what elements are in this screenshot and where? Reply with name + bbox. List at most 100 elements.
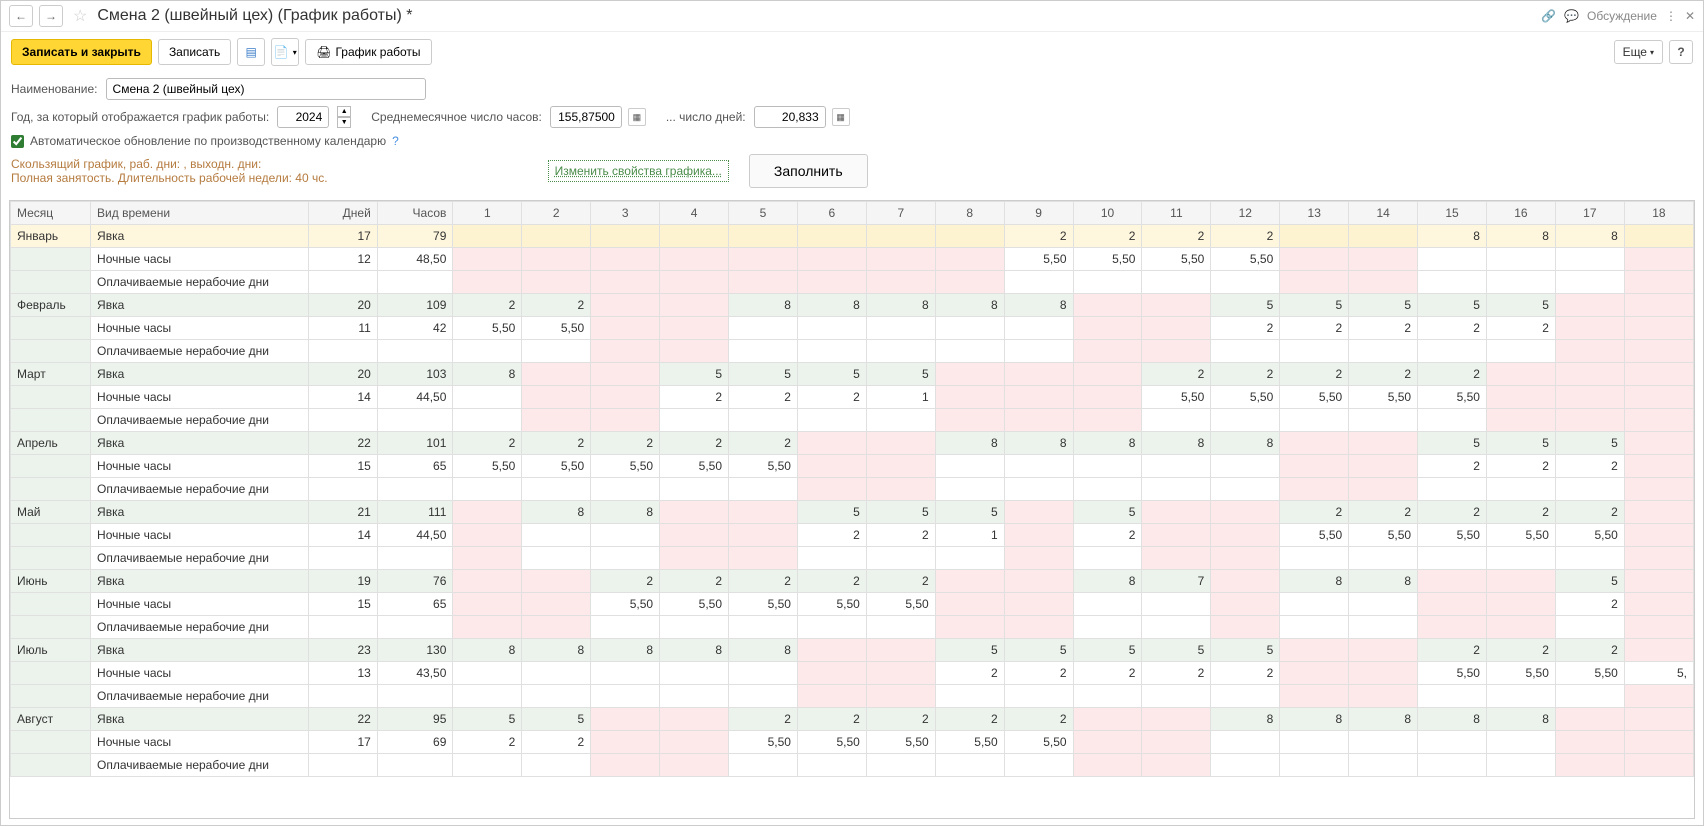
- day-cell[interactable]: 5,50: [522, 455, 591, 478]
- table-row[interactable]: Ночные часы1343,50222225,505,505,505,: [11, 662, 1694, 685]
- day-cell[interactable]: [1624, 501, 1693, 524]
- day-cell[interactable]: 2: [935, 708, 1004, 731]
- days-cell[interactable]: [308, 616, 377, 639]
- day-cell[interactable]: [1349, 478, 1418, 501]
- day-cell[interactable]: [1073, 340, 1142, 363]
- table-row[interactable]: Ночные часы11425,505,5022222: [11, 317, 1694, 340]
- days-cell[interactable]: 23: [308, 639, 377, 662]
- day-cell[interactable]: [1004, 455, 1073, 478]
- day-cell[interactable]: [453, 570, 522, 593]
- day-cell[interactable]: [1073, 616, 1142, 639]
- day-cell[interactable]: [591, 524, 660, 547]
- day-cell[interactable]: [1349, 639, 1418, 662]
- hours-cell[interactable]: 76: [377, 570, 453, 593]
- day-cell[interactable]: [1555, 294, 1624, 317]
- day-cell[interactable]: 8: [453, 639, 522, 662]
- day-cell[interactable]: 2: [522, 294, 591, 317]
- day-cell[interactable]: 2: [1211, 317, 1280, 340]
- kebab-menu-icon[interactable]: ⋮: [1665, 9, 1677, 23]
- day-cell[interactable]: [591, 409, 660, 432]
- day-cell[interactable]: [453, 501, 522, 524]
- day-cell[interactable]: [729, 685, 798, 708]
- day-cell[interactable]: 5,50: [729, 593, 798, 616]
- day-cell[interactable]: [866, 685, 935, 708]
- days-cell[interactable]: 19: [308, 570, 377, 593]
- day-cell[interactable]: [1211, 570, 1280, 593]
- day-cell[interactable]: [522, 409, 591, 432]
- day-cell[interactable]: [1004, 754, 1073, 777]
- day-cell[interactable]: [729, 478, 798, 501]
- day-cell[interactable]: 2: [1486, 639, 1555, 662]
- day-cell[interactable]: 2: [797, 708, 866, 731]
- print-menu-button[interactable]: 📄▾: [271, 38, 299, 66]
- day-cell[interactable]: [1004, 685, 1073, 708]
- day-cell[interactable]: [729, 409, 798, 432]
- day-cell[interactable]: [591, 685, 660, 708]
- table-row[interactable]: Ночные часы1444,5022125,505,505,505,505,…: [11, 524, 1694, 547]
- hours-cell[interactable]: [377, 478, 453, 501]
- day-cell[interactable]: 5,50: [591, 593, 660, 616]
- day-cell[interactable]: [797, 409, 866, 432]
- day-cell[interactable]: [591, 248, 660, 271]
- day-cell[interactable]: 5: [1555, 570, 1624, 593]
- day-cell[interactable]: 5,50: [1349, 386, 1418, 409]
- day-cell[interactable]: [1624, 271, 1693, 294]
- day-cell[interactable]: 2: [1211, 225, 1280, 248]
- day-cell[interactable]: [1211, 547, 1280, 570]
- day-cell[interactable]: [935, 225, 1004, 248]
- day-cell[interactable]: 1: [866, 386, 935, 409]
- day-cell[interactable]: [1418, 547, 1487, 570]
- day-cell[interactable]: [1624, 570, 1693, 593]
- day-cell[interactable]: [522, 570, 591, 593]
- day-cell[interactable]: [1486, 547, 1555, 570]
- table-row[interactable]: Оплачиваемые нерабочие дни: [11, 340, 1694, 363]
- days-cell[interactable]: [308, 271, 377, 294]
- day-cell[interactable]: [522, 593, 591, 616]
- day-cell[interactable]: [591, 547, 660, 570]
- day-cell[interactable]: [1004, 317, 1073, 340]
- header-day-14[interactable]: 14: [1349, 202, 1418, 225]
- day-cell[interactable]: 5,50: [660, 593, 729, 616]
- day-cell[interactable]: [660, 524, 729, 547]
- day-cell[interactable]: [453, 271, 522, 294]
- day-cell[interactable]: [1349, 593, 1418, 616]
- day-cell[interactable]: [1486, 731, 1555, 754]
- day-cell[interactable]: 5: [1555, 432, 1624, 455]
- day-cell[interactable]: [1211, 685, 1280, 708]
- day-cell[interactable]: [591, 363, 660, 386]
- day-cell[interactable]: 2: [1555, 639, 1624, 662]
- day-cell[interactable]: [729, 616, 798, 639]
- day-cell[interactable]: [866, 547, 935, 570]
- table-row[interactable]: Оплачиваемые нерабочие дни: [11, 685, 1694, 708]
- day-cell[interactable]: 2: [1280, 317, 1349, 340]
- day-cell[interactable]: [1555, 754, 1624, 777]
- day-cell[interactable]: 5,50: [453, 317, 522, 340]
- days-cell[interactable]: 20: [308, 294, 377, 317]
- day-cell[interactable]: [1555, 731, 1624, 754]
- help-button[interactable]: ?: [1669, 40, 1693, 64]
- day-cell[interactable]: 8: [1349, 708, 1418, 731]
- day-cell[interactable]: [453, 248, 522, 271]
- day-cell[interactable]: 5,50: [935, 731, 1004, 754]
- day-cell[interactable]: 8: [935, 432, 1004, 455]
- auto-update-checkbox[interactable]: [11, 135, 24, 148]
- header-day-13[interactable]: 13: [1280, 202, 1349, 225]
- day-cell[interactable]: 5,50: [522, 317, 591, 340]
- day-cell[interactable]: [1624, 225, 1693, 248]
- day-cell[interactable]: [1624, 708, 1693, 731]
- day-cell[interactable]: 8: [729, 294, 798, 317]
- day-cell[interactable]: [1349, 754, 1418, 777]
- day-cell[interactable]: [1624, 363, 1693, 386]
- day-cell[interactable]: 8: [866, 294, 935, 317]
- day-cell[interactable]: 2: [453, 432, 522, 455]
- spinner-up-icon[interactable]: ▲: [337, 106, 351, 117]
- header-day-2[interactable]: 2: [522, 202, 591, 225]
- day-cell[interactable]: [1486, 570, 1555, 593]
- day-cell[interactable]: [1073, 731, 1142, 754]
- hours-cell[interactable]: 42: [377, 317, 453, 340]
- table-row[interactable]: Ночные часы15655,505,505,505,505,502: [11, 593, 1694, 616]
- nav-back-button[interactable]: ←: [9, 5, 33, 27]
- day-cell[interactable]: [1142, 524, 1211, 547]
- day-cell[interactable]: [1073, 547, 1142, 570]
- day-cell[interactable]: [522, 754, 591, 777]
